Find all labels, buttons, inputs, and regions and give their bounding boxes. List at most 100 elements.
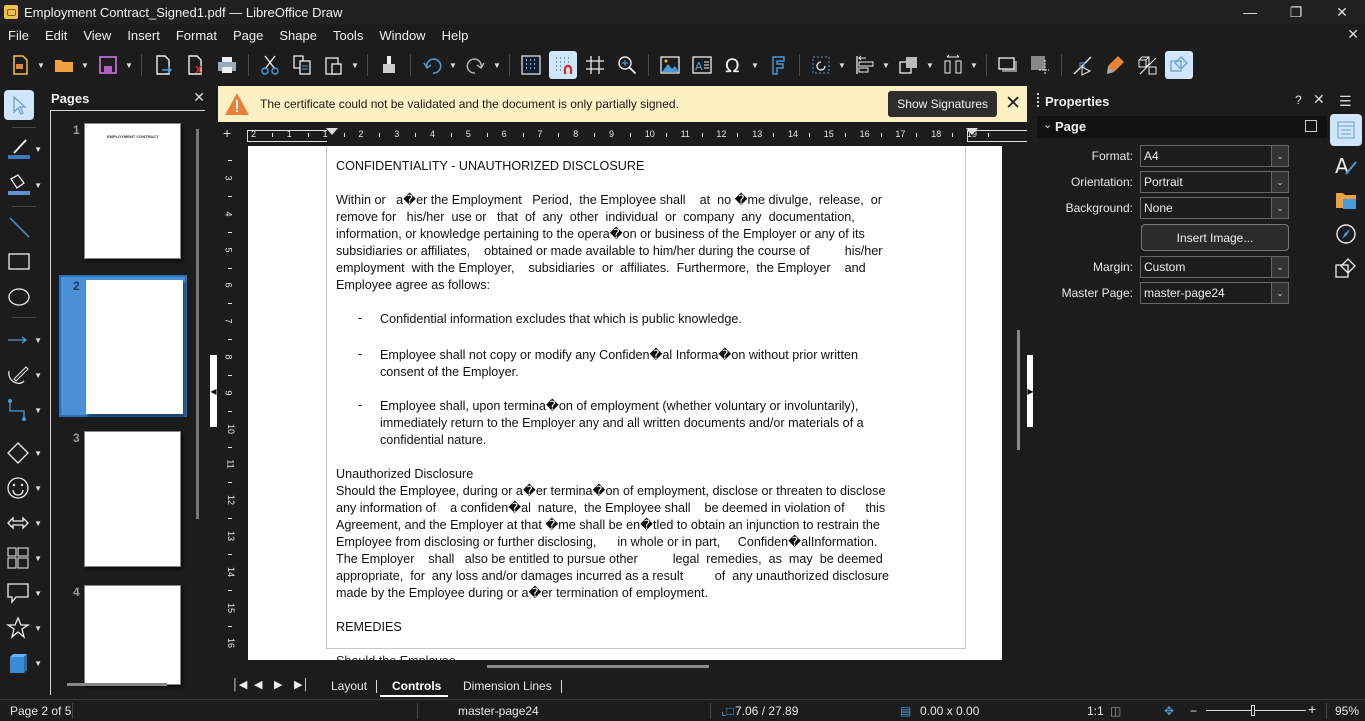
collapse-pages-panel-button[interactable]: ◀ (210, 355, 217, 427)
symbol-shapes-dropdown[interactable]: ▼ (34, 484, 42, 493)
open-dropdown[interactable]: ▼ (80, 51, 90, 79)
show-draw-functions-button[interactable] (1165, 51, 1193, 79)
menu-insert[interactable]: Insert (119, 28, 168, 43)
close-window-button[interactable]: ✕ (1319, 0, 1365, 24)
zoom-in-button[interactable]: + (1308, 701, 1316, 717)
vertical-ruler[interactable]: 3 4 5 6 7 8 9 10 11 12 13 14 15 16 (218, 146, 244, 660)
copy-button[interactable] (288, 51, 316, 79)
menu-format[interactable]: Format (168, 28, 225, 43)
indent-marker[interactable] (966, 128, 978, 135)
lines-arrows-dropdown[interactable]: ▼ (34, 336, 42, 345)
sidebar-menu-icon[interactable]: ☰ (1339, 93, 1352, 110)
zoom-out-button[interactable]: − (1190, 704, 1197, 718)
insert-image-button[interactable] (656, 51, 684, 79)
connectors-tool[interactable]: ▼ (4, 395, 42, 425)
sidebar-tab-properties[interactable] (1330, 114, 1362, 146)
close-infobar-button[interactable]: ✕ (1005, 92, 1021, 115)
tab-controls[interactable]: Controls (392, 679, 441, 693)
page-thumbnail-4[interactable] (84, 585, 181, 685)
paste-dropdown[interactable]: ▼ (350, 51, 360, 79)
first-page-button[interactable]: │◀ (232, 678, 247, 691)
ruler-origin-icon[interactable]: + (223, 125, 231, 141)
insert-image-button[interactable]: Insert Image... (1141, 224, 1289, 251)
glue-points-button[interactable] (1101, 51, 1129, 79)
menu-edit[interactable]: Edit (37, 28, 75, 43)
export-button[interactable] (149, 51, 177, 79)
line-tool[interactable] (4, 212, 42, 242)
pages-vertical-scrollbar[interactable] (196, 129, 199, 519)
3d-objects-tool[interactable]: ▼ (4, 648, 42, 678)
block-arrows-dropdown[interactable]: ▼ (34, 519, 42, 528)
insert-textbox-button[interactable]: A (688, 51, 716, 79)
distribute-button[interactable] (939, 51, 967, 79)
special-character-button[interactable]: Ω (720, 51, 748, 79)
block-arrows-tool[interactable]: ▼ (4, 508, 42, 538)
sidebar-tab-styles[interactable]: A (1330, 150, 1362, 182)
shadow-button[interactable] (994, 51, 1022, 79)
fill-color-tool[interactable]: ▼ (4, 170, 42, 200)
zoom-pan-button[interactable] (613, 51, 641, 79)
arrange-dropdown[interactable]: ▼ (925, 51, 935, 79)
more-options-icon[interactable] (1305, 120, 1317, 132)
new-document-dropdown[interactable]: ▼ (36, 51, 46, 79)
snap-to-grid-button[interactable] (549, 51, 577, 79)
close-pages-panel-button[interactable]: ✕ (193, 89, 205, 106)
basic-shapes-tool[interactable]: ▼ (4, 438, 42, 468)
toggle-extrusion-button[interactable] (1133, 51, 1161, 79)
arrange-button[interactable] (895, 51, 923, 79)
menu-window[interactable]: Window (371, 28, 433, 43)
margin-select[interactable]: Custom ⌄ (1140, 256, 1289, 278)
undo-dropdown[interactable]: ▼ (448, 51, 458, 79)
scale-status[interactable]: 1:1 (1087, 704, 1104, 718)
transformations-dropdown[interactable]: ▼ (837, 51, 847, 79)
format-select[interactable]: A4 ⌄ (1140, 145, 1289, 167)
menu-file[interactable]: File (0, 28, 37, 43)
curves-tool[interactable]: ▼ (4, 360, 42, 390)
open-button[interactable] (50, 51, 78, 79)
close-document-button[interactable]: ✕ (1347, 26, 1359, 43)
crop-image-button[interactable] (1026, 51, 1054, 79)
connectors-dropdown[interactable]: ▼ (34, 406, 42, 415)
stars-tool[interactable]: ▼ (4, 613, 42, 643)
page-thumbnail-1[interactable]: EMPLOYMENT CONTRACT (84, 123, 181, 259)
fit-page-icon[interactable]: ✥ (1164, 704, 1174, 718)
special-character-dropdown[interactable]: ▼ (750, 51, 760, 79)
helplines-button[interactable] (581, 51, 609, 79)
line-color-dropdown[interactable]: ▼ (34, 145, 42, 154)
sidebar-grip-handle[interactable] (1037, 93, 1039, 107)
page-thumbnail-3[interactable] (84, 431, 181, 567)
zoom-slider[interactable] (1206, 710, 1306, 711)
page-section-header[interactable]: ⌄ Page (1037, 116, 1329, 138)
previous-page-button[interactable]: ◀ (254, 678, 262, 691)
points-button[interactable] (1069, 51, 1097, 79)
horizontal-ruler[interactable]: 2 1 1 2 3 4 5 6 7 8 9 10 11 12 13 14 15 16 17 18 19 + (218, 124, 1027, 146)
menu-page[interactable]: Page (225, 28, 271, 43)
clone-formatting-button[interactable] (375, 51, 403, 79)
curves-dropdown[interactable]: ▼ (34, 371, 42, 380)
distribute-dropdown[interactable]: ▼ (969, 51, 979, 79)
close-sidebar-button[interactable]: ✕ (1313, 91, 1325, 108)
show-signatures-button[interactable]: Show Signatures (888, 91, 997, 117)
redo-dropdown[interactable]: ▼ (492, 51, 502, 79)
fontwork-button[interactable] (764, 51, 792, 79)
menu-tools[interactable]: Tools (325, 28, 371, 43)
menu-help[interactable]: Help (434, 28, 477, 43)
basic-shapes-dropdown[interactable]: ▼ (34, 449, 42, 458)
minimize-button[interactable]: — (1227, 0, 1273, 24)
sidebar-tab-navigator[interactable] (1330, 218, 1362, 250)
zoom-slider-thumb[interactable] (1250, 705, 1255, 716)
zoom-percent[interactable]: 95% (1335, 704, 1359, 718)
menu-view[interactable]: View (75, 28, 119, 43)
flowchart-tool[interactable]: ▼ (4, 543, 42, 573)
sidebar-tab-shapes[interactable] (1330, 252, 1362, 284)
tab-dimension-lines[interactable]: Dimension Lines (463, 679, 552, 693)
callouts-tool[interactable]: ▼ (4, 578, 42, 608)
stars-dropdown[interactable]: ▼ (34, 624, 42, 633)
save-button[interactable] (94, 51, 122, 79)
drawing-canvas[interactable]: CONFIDENTIALITY - UNAUTHORIZED DISCLOSUR… (244, 146, 1002, 660)
tab-layout[interactable]: Layout (331, 679, 367, 693)
print-button[interactable] (213, 51, 241, 79)
next-page-button[interactable]: ▶ (274, 678, 282, 691)
fill-color-dropdown[interactable]: ▼ (34, 181, 42, 190)
transformations-button[interactable] (807, 51, 835, 79)
